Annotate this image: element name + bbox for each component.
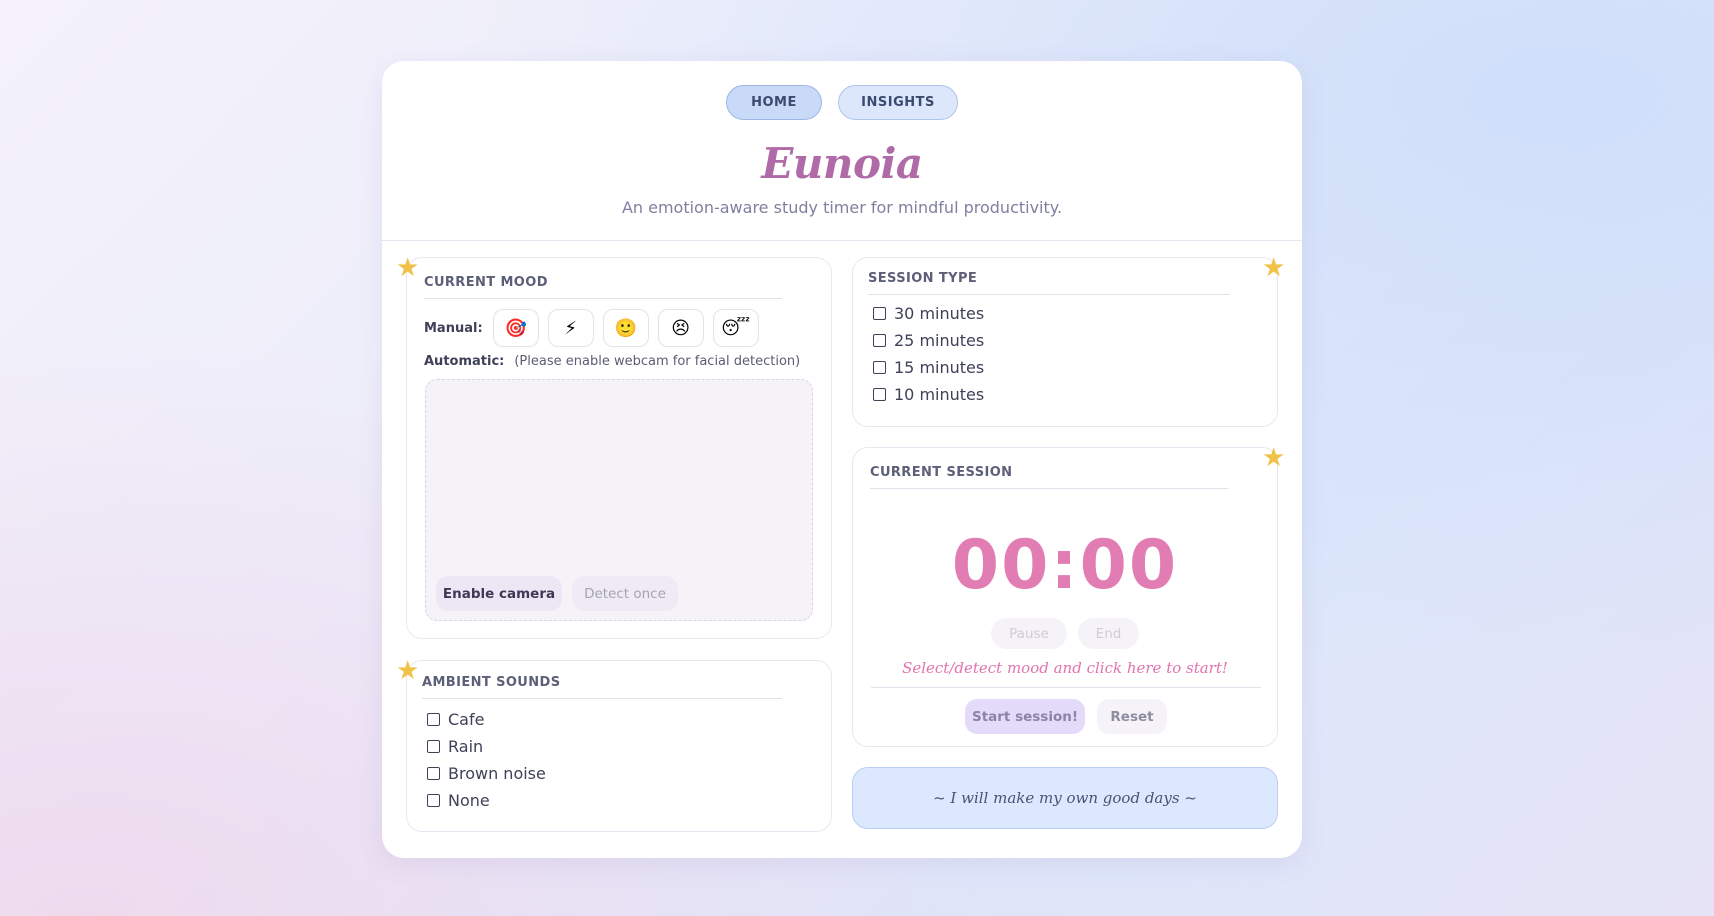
checkbox[interactable] — [873, 307, 886, 320]
option-label: Cafe — [448, 710, 485, 729]
checkbox[interactable] — [873, 388, 886, 401]
quote-banner: ~ I will make my own good days ~ — [852, 767, 1278, 829]
star-icon: ★ — [396, 253, 420, 283]
star-icon: ★ — [1262, 253, 1286, 283]
star-icon: ★ — [1262, 443, 1286, 473]
ambient-option-brown-noise[interactable]: Brown noise — [427, 760, 546, 787]
ambient-sounds-list: Cafe Rain Brown noise None — [427, 706, 546, 814]
reset-button[interactable]: Reset — [1097, 699, 1167, 734]
option-label: 30 minutes — [894, 304, 985, 323]
start-hint[interactable]: Select/detect mood and click here to sta… — [853, 659, 1277, 677]
checkbox[interactable] — [873, 361, 886, 374]
current-mood-heading: CURRENT MOOD — [424, 275, 782, 299]
ambient-option-rain[interactable]: Rain — [427, 733, 546, 760]
manual-mood-row: Manual: 🎯 ⚡ 🙂 😣 😴 — [424, 309, 768, 347]
current-mood-panel: CURRENT MOOD Manual: 🎯 ⚡ 🙂 😣 😴 Automatic… — [406, 257, 832, 639]
mood-tired-button[interactable]: 😴 — [712, 309, 759, 347]
tab-home[interactable]: HOME — [726, 85, 822, 120]
current-session-panel: CURRENT SESSION 00:00 Pause End Select/d… — [852, 447, 1278, 747]
timer-display: 00:00 — [951, 526, 1179, 605]
automatic-note: (Please enable webcam for facial detecti… — [514, 354, 801, 369]
ambient-option-none[interactable]: None — [427, 787, 546, 814]
checkbox[interactable] — [427, 740, 440, 753]
manual-label: Manual: — [424, 320, 483, 336]
mood-happy-button[interactable]: 🙂 — [602, 309, 649, 347]
app-title: Eunoia — [761, 139, 923, 188]
session-type-panel: SESSION TYPE 30 minutes 25 minutes 15 mi… — [852, 257, 1278, 427]
pause-button[interactable]: Pause — [991, 618, 1067, 649]
enable-camera-button[interactable]: Enable camera — [436, 576, 562, 611]
option-label: Rain — [448, 737, 484, 756]
option-label: 10 minutes — [894, 385, 985, 404]
session-divider — [871, 687, 1261, 688]
star-icon: ★ — [396, 656, 420, 686]
current-session-heading: CURRENT SESSION — [870, 465, 1228, 489]
automatic-label: Automatic: — [424, 354, 505, 369]
session-option-25[interactable]: 25 minutes — [873, 327, 984, 354]
checkbox[interactable] — [427, 713, 440, 726]
session-type-list: 30 minutes 25 minutes 15 minutes 10 minu… — [873, 300, 984, 408]
app-subtitle: An emotion-aware study timer for mindful… — [621, 198, 1063, 217]
option-label: None — [448, 791, 490, 810]
checkbox[interactable] — [873, 334, 886, 347]
ambient-sounds-heading: AMBIENT SOUNDS — [422, 675, 782, 699]
option-label: Brown noise — [448, 764, 546, 783]
checkbox[interactable] — [427, 767, 440, 780]
header-divider — [382, 240, 1302, 241]
ambient-option-cafe[interactable]: Cafe — [427, 706, 546, 733]
automatic-mood-row: Automatic: (Please enable webcam for fac… — [424, 354, 800, 369]
session-option-15[interactable]: 15 minutes — [873, 354, 984, 381]
mood-focused-button[interactable]: 🎯 — [492, 309, 539, 347]
start-session-button[interactable]: Start session! — [965, 699, 1085, 734]
option-label: 15 minutes — [894, 358, 985, 377]
main-card: HOME INSIGHTS Eunoia An emotion-aware st… — [382, 61, 1302, 858]
top-nav: HOME INSIGHTS — [382, 85, 1302, 120]
option-label: 25 minutes — [894, 331, 985, 350]
session-option-10[interactable]: 10 minutes — [873, 381, 984, 408]
tab-insights[interactable]: INSIGHTS — [838, 85, 958, 120]
session-option-30[interactable]: 30 minutes — [873, 300, 984, 327]
ambient-sounds-panel: AMBIENT SOUNDS Cafe Rain Brown noise Non… — [406, 660, 832, 832]
checkbox[interactable] — [427, 794, 440, 807]
session-type-heading: SESSION TYPE — [868, 271, 1230, 295]
mood-energetic-button[interactable]: ⚡ — [547, 309, 594, 347]
mood-stressed-button[interactable]: 😣 — [657, 309, 704, 347]
detect-once-button[interactable]: Detect once — [572, 576, 678, 611]
end-button[interactable]: End — [1078, 618, 1139, 649]
webcam-preview: Enable camera Detect once — [425, 379, 813, 621]
